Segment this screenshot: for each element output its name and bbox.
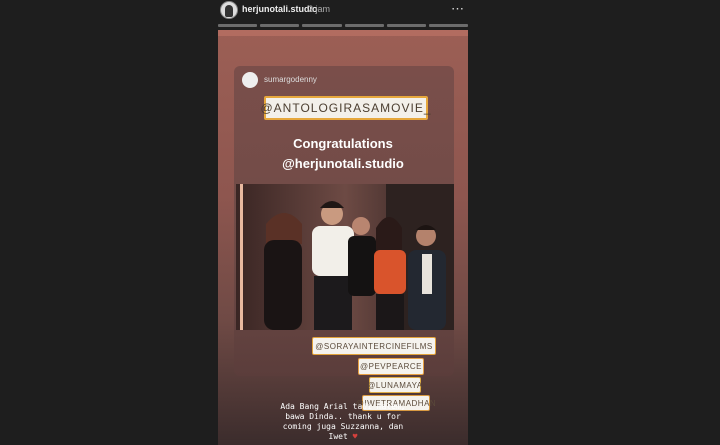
- group-photo: [236, 184, 454, 330]
- progress-segment: [386, 24, 426, 27]
- caption-line: Iwet ♥: [218, 432, 468, 442]
- caption-line: bawa Dinda.. thank u for: [285, 412, 401, 421]
- more-options-icon[interactable]: ⋯: [451, 1, 465, 17]
- story-username[interactable]: herjunotali.studio: [242, 4, 318, 14]
- progress-segment: [344, 24, 384, 27]
- progress-segment: [302, 24, 342, 27]
- mention-sticker-pevpearce[interactable]: @PEVPEARCE: [358, 358, 424, 375]
- progress-segment: [428, 24, 469, 27]
- mention-sticker-lunamaya[interactable]: @LUNAMAYA: [367, 377, 422, 393]
- heart-icon: ♥: [352, 432, 358, 441]
- progress-segment: [260, 24, 300, 27]
- group-photo-illustration: [236, 184, 454, 330]
- profile-avatar[interactable]: [220, 1, 238, 19]
- congratulations-mention[interactable]: @herjunotali.studio: [218, 156, 468, 171]
- story-caption: Ada Bang Arial tadi malem, bawa Dinda.. …: [218, 402, 468, 442]
- caption-line-text: Iwet: [328, 432, 348, 441]
- story-top-stripe: [218, 30, 468, 36]
- progress-segment: [218, 24, 258, 27]
- shared-post-username[interactable]: sumargodenny: [264, 75, 317, 84]
- story-progress-bar: [218, 24, 469, 27]
- congratulations-text: Congratulations: [293, 136, 393, 151]
- story-frame[interactable]: sumargodenny @ANTOLOGIRASAMOVIE_ Congrat…: [218, 30, 468, 445]
- story-header: herjunotali.studio 2 jam ⋯: [218, 0, 470, 22]
- movie-mention-sticker[interactable]: @ANTOLOGIRASAMOVIE_: [261, 96, 431, 120]
- shared-post-avatar[interactable]: [242, 72, 258, 88]
- caption-line: coming juga Suzzanna, dan: [282, 422, 404, 431]
- mention-sticker-soraya[interactable]: @SORAYAINTERCINEFILMS: [312, 337, 436, 355]
- caption-line: Ada Bang Arial tadi malem,: [280, 402, 406, 411]
- story-timestamp: 2 jam: [308, 4, 331, 14]
